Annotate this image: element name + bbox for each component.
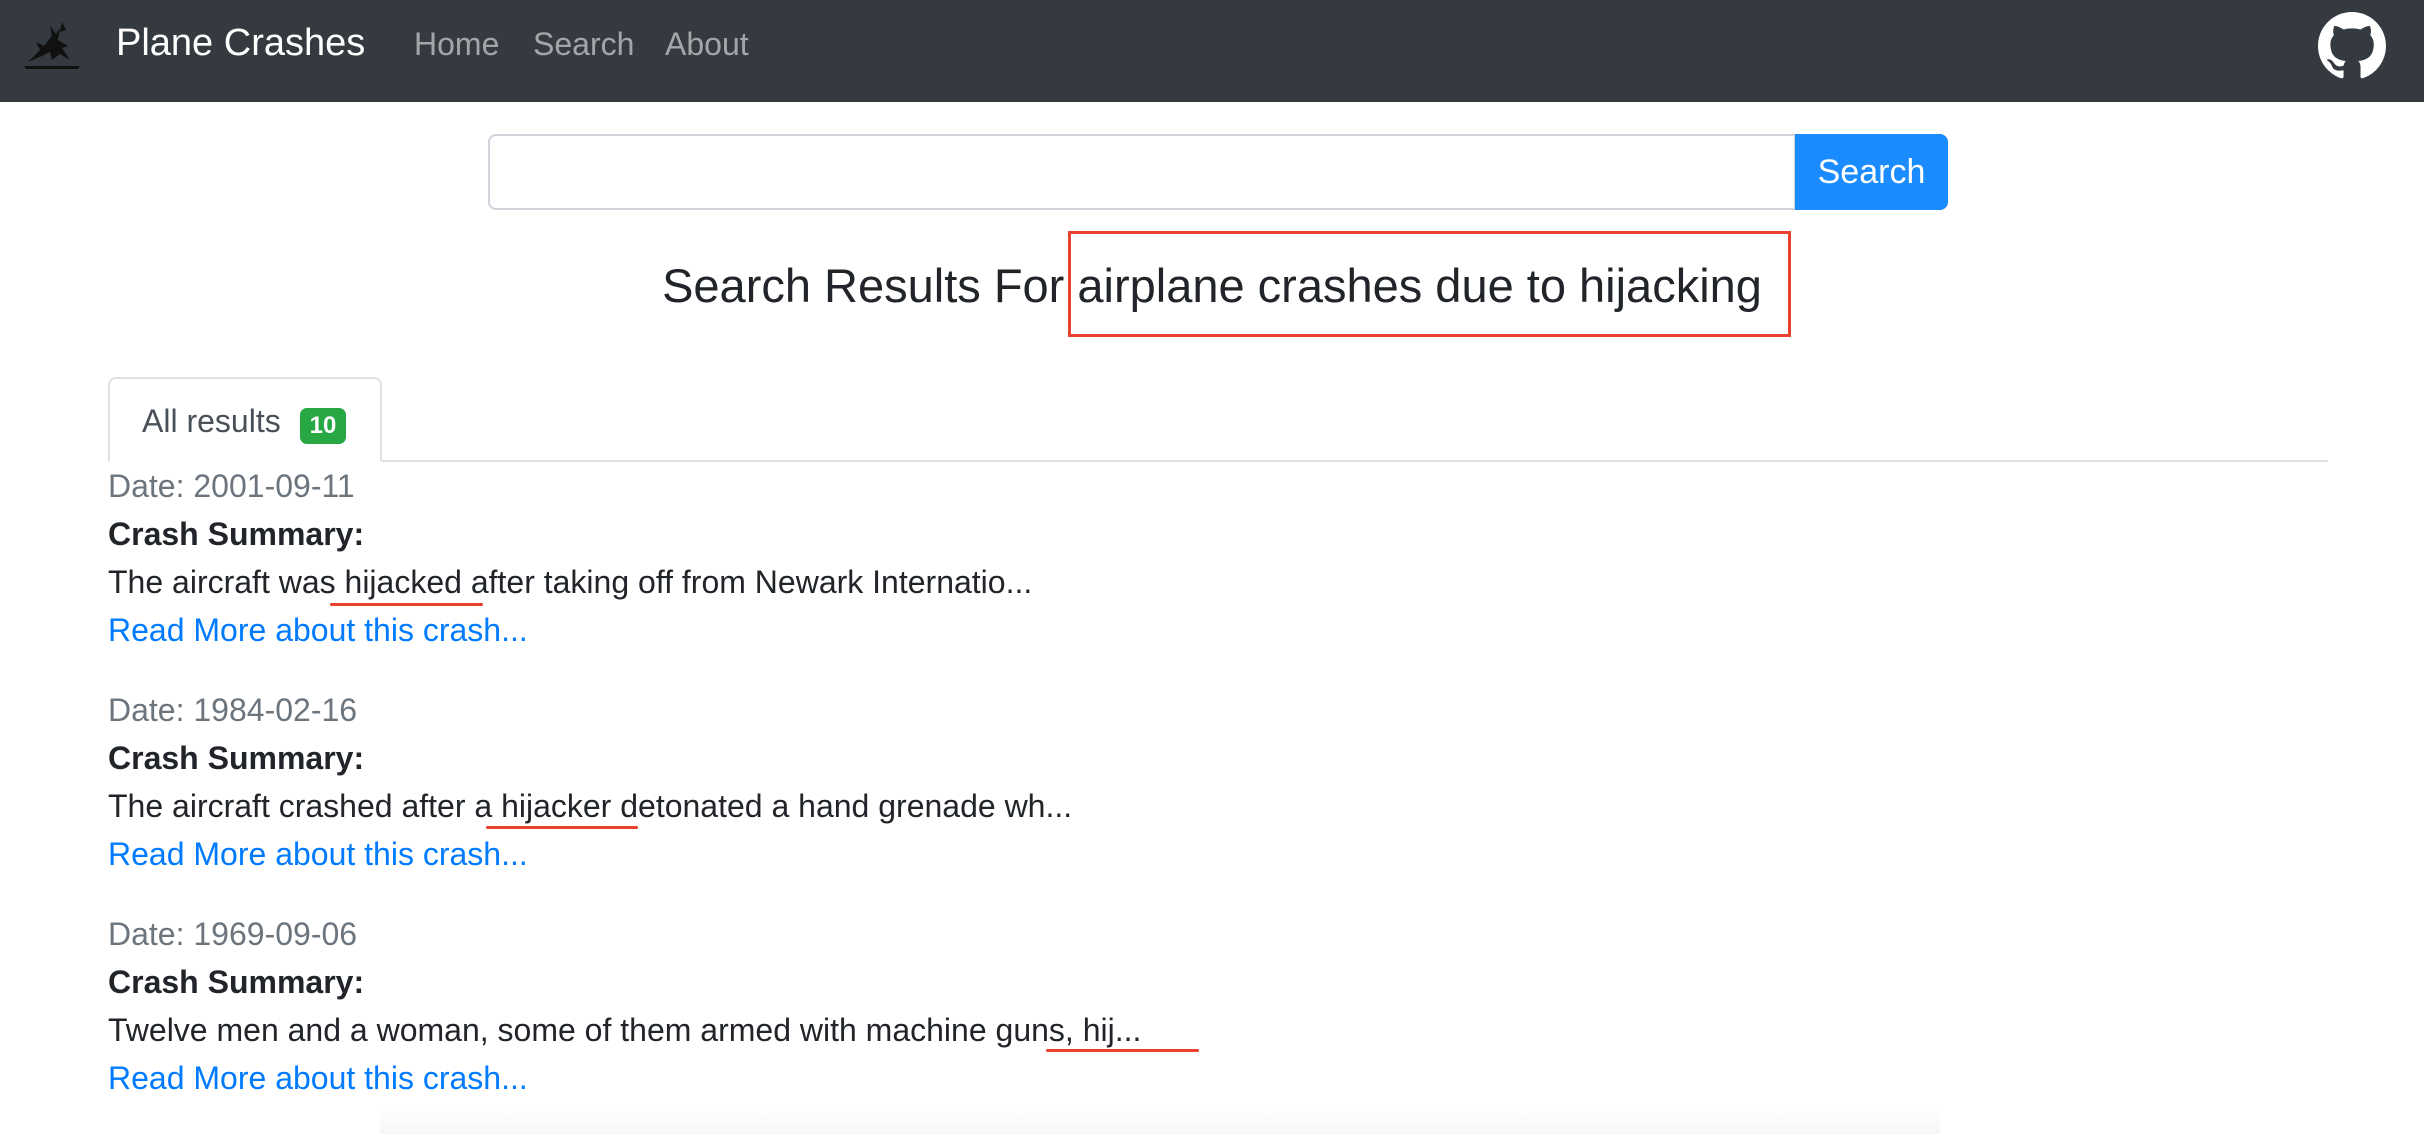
tab-all-results[interactable]: All results 10 — [108, 377, 382, 462]
result-summary-text: The aircraft crashed after a hijacker de… — [108, 788, 1073, 824]
results-heading-prefix: Search Results For — [662, 259, 1065, 312]
results-heading: Search Results For airplane crashes due … — [0, 256, 2424, 316]
result-item: Date: 2001-09-11 Crash Summary: The airc… — [108, 462, 1508, 654]
result-date: Date: 1984-02-16 — [108, 692, 358, 728]
annotation-underline — [486, 826, 638, 829]
annotation-underline — [330, 603, 483, 606]
result-summary-label: Crash Summary: — [108, 964, 365, 1000]
brand-title[interactable]: Plane Crashes — [116, 17, 365, 69]
bottom-shadow — [380, 1108, 1940, 1134]
tab-all-results-label: All results — [142, 403, 281, 439]
result-summary-label: Crash Summary: — [108, 740, 365, 776]
search-button[interactable]: Search — [1795, 134, 1948, 210]
read-more-link[interactable]: Read More about this crash... — [108, 606, 528, 654]
result-date: Date: 1969-09-06 — [108, 916, 358, 952]
result-summary-text: Twelve men and a woman, some of them arm… — [108, 1012, 1142, 1048]
results-count-badge: 10 — [300, 408, 346, 444]
nav-about-link[interactable]: About — [665, 20, 749, 68]
result-item: Date: 1969-09-06 Crash Summary: Twelve m… — [108, 910, 1508, 1102]
annotation-underline — [1046, 1049, 1199, 1052]
nav-home-link[interactable]: Home — [414, 20, 499, 68]
result-date: Date: 2001-09-11 — [108, 468, 355, 504]
result-summary-label: Crash Summary: — [108, 516, 365, 552]
read-more-link[interactable]: Read More about this crash... — [108, 1054, 528, 1102]
result-item: Date: 1984-02-16 Crash Summary: The airc… — [108, 686, 1508, 878]
result-summary-text: The aircraft was hijacked after taking o… — [108, 564, 1033, 600]
navbar: Plane Crashes Home Search About — [0, 0, 2424, 102]
plane-crash-logo-icon[interactable] — [22, 16, 82, 70]
nav-search-link[interactable]: Search — [533, 20, 634, 68]
github-icon[interactable] — [2318, 12, 2386, 80]
search-input[interactable] — [488, 134, 1796, 210]
read-more-link[interactable]: Read More about this crash... — [108, 830, 528, 878]
results-heading-query: airplane crashes due to hijacking — [1077, 259, 1762, 312]
